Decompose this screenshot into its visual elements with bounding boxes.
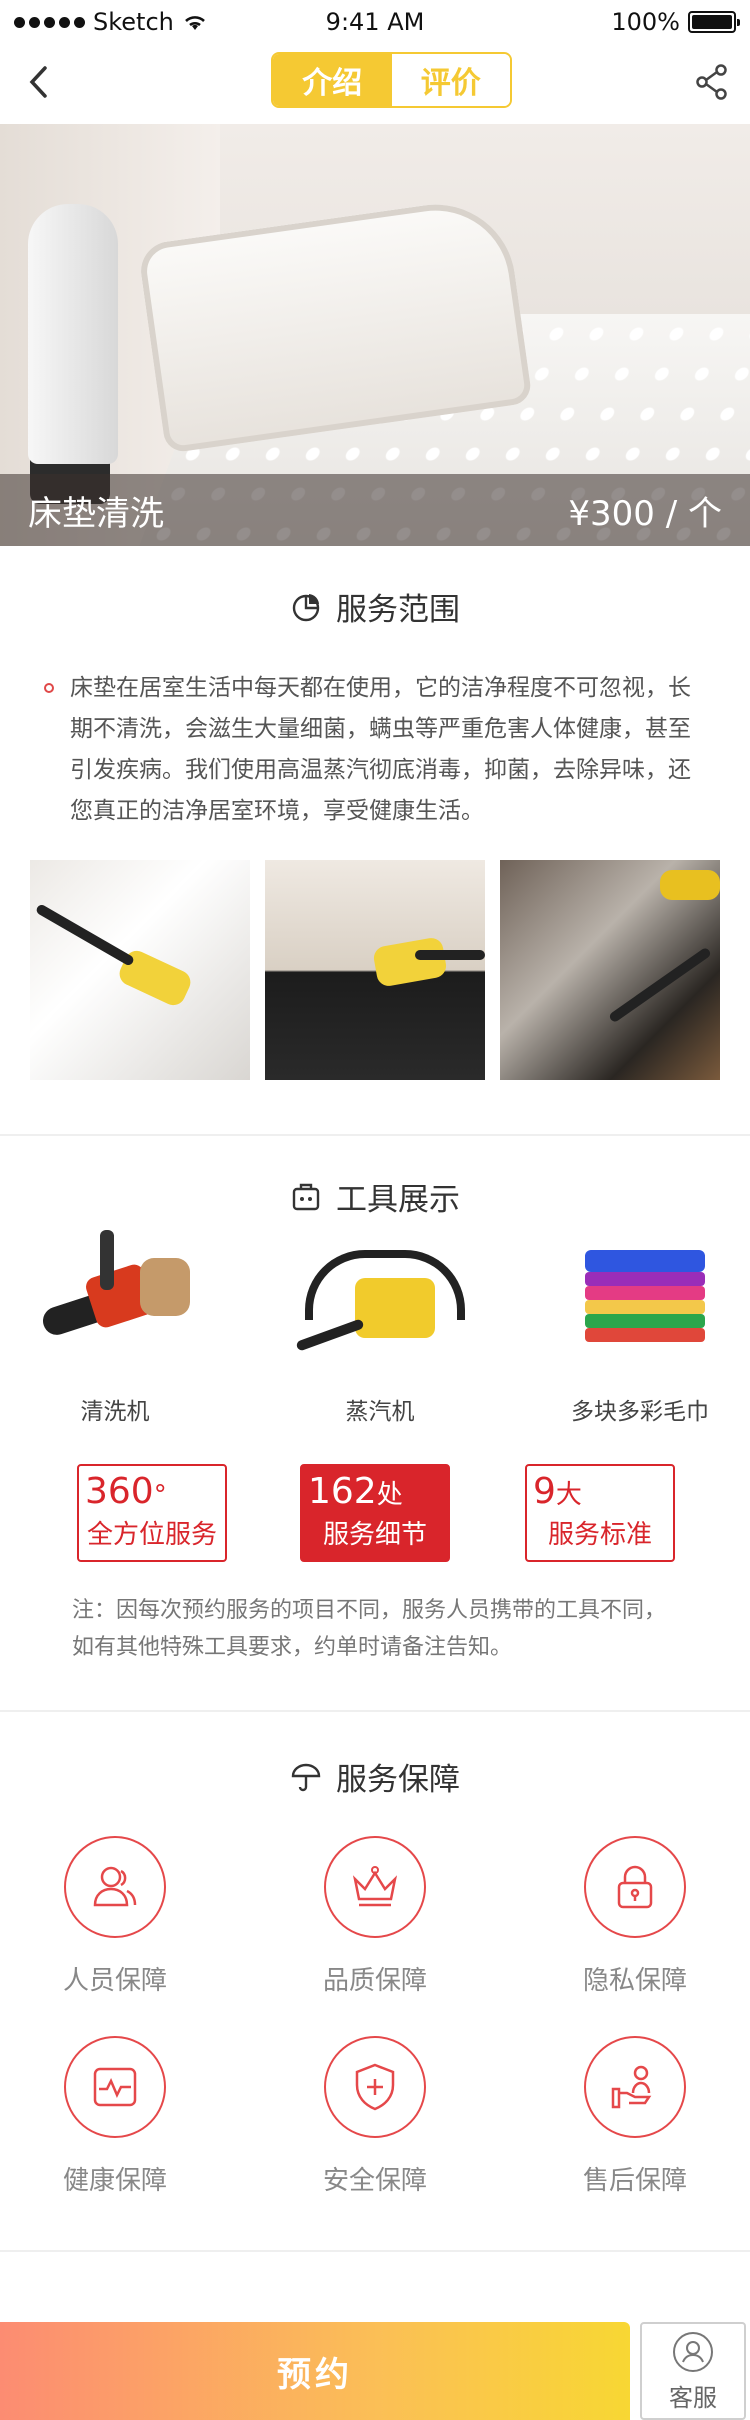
people-icon [93,1866,137,1907]
umbrella-icon [291,1763,321,1791]
stat-162: 162处 服务细节 [300,1464,450,1562]
stat-360: 360° 全方位服务 [77,1464,227,1562]
section-title-guarantee: 服务保障 [0,1754,750,1799]
hero-image: 床垫清洗 ¥300 / 个 [0,124,750,546]
hero-caption: 床垫清洗 ¥300 / 个 [0,474,750,546]
guarantee-quality[interactable]: 品质保障 [275,1836,475,1997]
scope-photo-2 [265,860,485,1080]
back-button[interactable] [18,62,58,102]
section-title-tools: 工具展示 [0,1174,750,1219]
heartbeat-icon [93,2067,137,2107]
nav-bar: 介绍 评价 [0,44,750,124]
towel-stack-image [560,1230,730,1360]
guarantee-people[interactable]: 人员保障 [15,1836,215,1997]
tab-reviews[interactable]: 评价 [391,54,510,106]
battery-group: 100% [611,8,740,36]
status-bar: Sketch 9:41 AM 100% [0,0,750,44]
share-button[interactable] [692,62,732,102]
steam-machine-image [295,1230,465,1360]
battery-icon [688,11,740,33]
book-button[interactable]: 预约 [0,2322,630,2420]
pie-chart-icon [292,593,320,621]
lock-icon [617,1865,653,1909]
scope-description: 床垫在居室生活中每天都在使用，它的洁净程度不可忽视，长期不清洗，会滋生大量细菌，… [44,668,704,832]
tool-steam-machine [280,1230,480,1360]
guarantee-privacy[interactable]: 隐私保障 [535,1836,735,1997]
divider [0,2250,750,2252]
customer-service-icon [673,2331,713,2372]
stat-9: 9大 服务标准 [525,1464,675,1562]
segment-tabs: 介绍 评价 [271,52,512,108]
divider [0,1710,750,1712]
share-icon [696,64,727,100]
shield-icon [355,2063,395,2111]
divider [0,1134,750,1136]
section-title-scope: 服务范围 [0,584,750,629]
service-title: 床垫清洗 [28,493,164,534]
chevron-left-icon [29,66,47,98]
guarantee-aftersale[interactable]: 售后保障 [535,2036,735,2197]
guarantee-safety[interactable]: 安全保障 [275,2036,475,2197]
crown-icon [352,1866,398,1907]
scope-photo-3 [500,860,720,1080]
hand-service-icon [611,2065,652,2109]
tool-label-towels: 多块多彩毛巾 [571,1399,709,1425]
customer-service-button[interactable]: 客服 [640,2322,746,2420]
tools-note: 注：因每次预约服务的项目不同，服务人员携带的工具不同，如有其他特殊工具要求，约单… [72,1598,667,1660]
rotary-cleaner-image [30,1230,200,1360]
battery-percent: 100% [611,8,680,36]
scope-photo-1 [30,860,250,1080]
tool-towels [545,1230,745,1360]
service-price: ¥300 / 个 [568,493,722,534]
bullet-icon [44,683,54,693]
tool-rotary-cleaner [15,1230,215,1360]
tool-label-steam: 蒸汽机 [345,1399,415,1425]
tool-label-cleaner: 清洗机 [80,1399,150,1425]
tab-intro[interactable]: 介绍 [273,54,392,106]
toolbox-icon [292,1183,320,1210]
guarantee-health[interactable]: 健康保障 [15,2036,215,2197]
